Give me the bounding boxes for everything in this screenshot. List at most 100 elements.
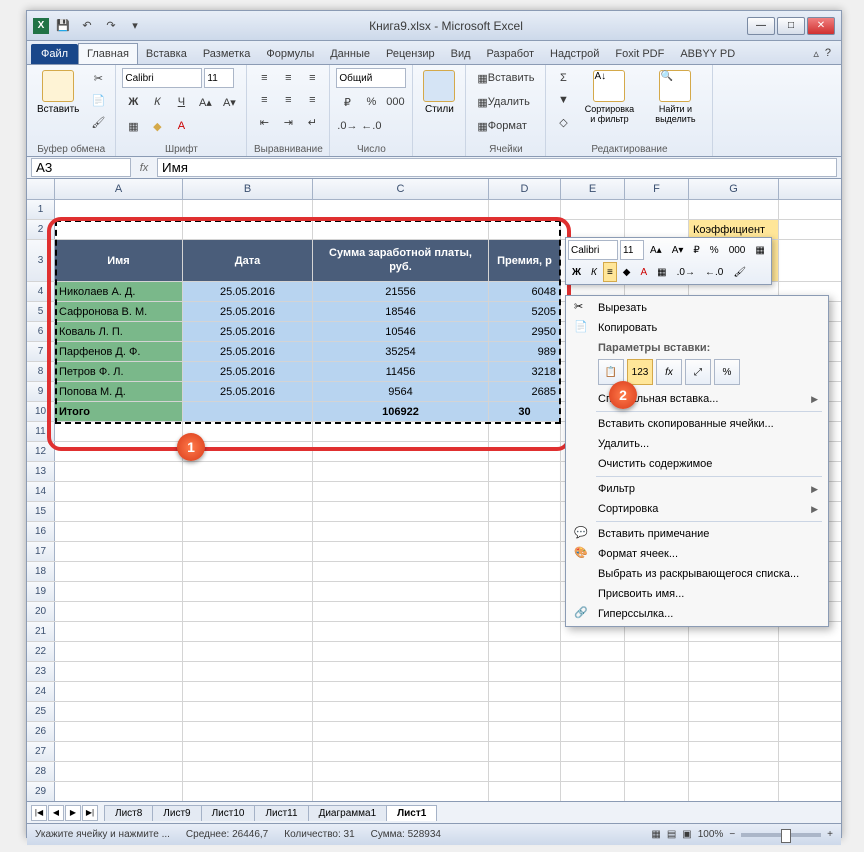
cell[interactable] — [561, 782, 625, 801]
cell[interactable] — [183, 662, 313, 681]
cell[interactable] — [561, 642, 625, 661]
cell[interactable] — [313, 622, 489, 641]
cell[interactable]: 9564 — [313, 382, 489, 401]
row-header[interactable]: 23 — [27, 662, 55, 681]
cell[interactable] — [313, 200, 489, 219]
cell[interactable] — [561, 702, 625, 721]
cell[interactable] — [313, 422, 489, 441]
ctx-hyperlink[interactable]: 🔗Гиперссылка... — [568, 604, 826, 624]
insert-cells-button[interactable]: ▦ Вставить — [472, 68, 539, 88]
cell[interactable]: 25.05.2016 — [183, 342, 313, 361]
mt-italic-button[interactable]: К — [587, 262, 601, 282]
cell[interactable] — [313, 582, 489, 601]
border-icon[interactable]: ▦ — [122, 116, 144, 136]
tab-abbyy[interactable]: ABBYY PD — [672, 44, 743, 64]
tab-formulas[interactable]: Формулы — [258, 44, 322, 64]
cell[interactable]: 2950 — [489, 322, 561, 341]
view-pagebreak-icon[interactable]: ▣ — [682, 829, 691, 840]
font-color-icon[interactable]: A — [170, 116, 192, 136]
align-center-icon[interactable]: ≡ — [277, 90, 299, 110]
cell[interactable] — [689, 782, 779, 801]
col-header-D[interactable]: D — [489, 179, 561, 199]
cell[interactable] — [561, 662, 625, 681]
cell[interactable] — [313, 462, 489, 481]
cell[interactable] — [183, 522, 313, 541]
row-header[interactable]: 25 — [27, 702, 55, 721]
mt-align-center-button[interactable]: ≡ — [603, 262, 617, 282]
mt-decimal-inc-icon[interactable]: .0→ — [673, 262, 699, 282]
zoom-slider[interactable] — [741, 833, 821, 837]
cell[interactable] — [313, 442, 489, 461]
cell[interactable] — [313, 522, 489, 541]
cell[interactable]: Николаев А. Д. — [55, 282, 183, 301]
cell[interactable] — [561, 742, 625, 761]
cell[interactable] — [561, 762, 625, 781]
cell[interactable] — [55, 682, 183, 701]
row-header[interactable]: 21 — [27, 622, 55, 641]
wrap-text-icon[interactable]: ↵ — [301, 112, 323, 132]
cell[interactable]: 25.05.2016 — [183, 282, 313, 301]
cell[interactable]: 25.05.2016 — [183, 302, 313, 321]
cell[interactable] — [313, 482, 489, 501]
cell[interactable] — [313, 782, 489, 801]
qat-dropdown-icon[interactable]: ▾ — [125, 16, 145, 36]
cell[interactable] — [625, 682, 689, 701]
cell[interactable]: 989 — [489, 342, 561, 361]
mt-font-select[interactable] — [568, 240, 618, 260]
mt-percent-icon[interactable]: % — [706, 240, 723, 260]
cell[interactable] — [489, 762, 561, 781]
cell[interactable] — [55, 462, 183, 481]
cell[interactable] — [183, 642, 313, 661]
format-painter-icon[interactable]: 🖌 — [87, 112, 109, 132]
select-all-corner[interactable] — [27, 179, 55, 199]
cell[interactable] — [489, 622, 561, 641]
increase-font-icon[interactable]: A▴ — [194, 92, 216, 112]
cell[interactable]: Сафронова В. М. — [55, 302, 183, 321]
cell[interactable] — [183, 482, 313, 501]
find-select-button[interactable]: 🔍Найти и выделить — [644, 68, 706, 126]
cell[interactable] — [55, 722, 183, 741]
cell[interactable] — [625, 642, 689, 661]
cell[interactable] — [55, 502, 183, 521]
cell[interactable]: Попова М. Д. — [55, 382, 183, 401]
row-header[interactable]: 19 — [27, 582, 55, 601]
row-header[interactable]: 18 — [27, 562, 55, 581]
cell[interactable] — [55, 482, 183, 501]
cell[interactable] — [313, 702, 489, 721]
minimize-ribbon-icon[interactable]: ▵ — [813, 47, 819, 60]
cell[interactable] — [183, 582, 313, 601]
cell[interactable] — [55, 220, 183, 239]
ctx-clear[interactable]: Очистить содержимое — [568, 454, 826, 474]
italic-button[interactable]: К — [146, 92, 168, 112]
cell[interactable] — [489, 502, 561, 521]
cell[interactable] — [561, 722, 625, 741]
cell[interactable] — [183, 402, 313, 421]
align-left-icon[interactable]: ≡ — [253, 90, 275, 110]
cell[interactable] — [313, 562, 489, 581]
cell[interactable] — [561, 682, 625, 701]
cell[interactable] — [313, 762, 489, 781]
cell[interactable] — [183, 200, 313, 219]
underline-button[interactable]: Ч — [170, 92, 192, 112]
row-header[interactable]: 7 — [27, 342, 55, 361]
col-header-G[interactable]: G — [689, 179, 779, 199]
cell[interactable] — [313, 220, 489, 239]
fx-icon[interactable]: fx — [135, 162, 153, 174]
cell[interactable] — [55, 562, 183, 581]
cell[interactable] — [489, 782, 561, 801]
cell[interactable] — [313, 662, 489, 681]
tab-insert[interactable]: Вставка — [138, 44, 195, 64]
row-header[interactable]: 17 — [27, 542, 55, 561]
cell[interactable]: 25.05.2016 — [183, 382, 313, 401]
cell[interactable] — [183, 602, 313, 621]
cell[interactable] — [489, 462, 561, 481]
mt-shrink-font-icon[interactable]: A▾ — [668, 240, 688, 260]
cell[interactable] — [55, 742, 183, 761]
cell[interactable] — [489, 200, 561, 219]
cell[interactable] — [313, 722, 489, 741]
ctx-define-name[interactable]: Присвоить имя... — [568, 584, 826, 604]
sheet-nav-next[interactable]: ▶ — [65, 805, 81, 821]
redo-icon[interactable]: ↷ — [101, 16, 121, 36]
cell[interactable] — [313, 542, 489, 561]
cell[interactable] — [689, 702, 779, 721]
